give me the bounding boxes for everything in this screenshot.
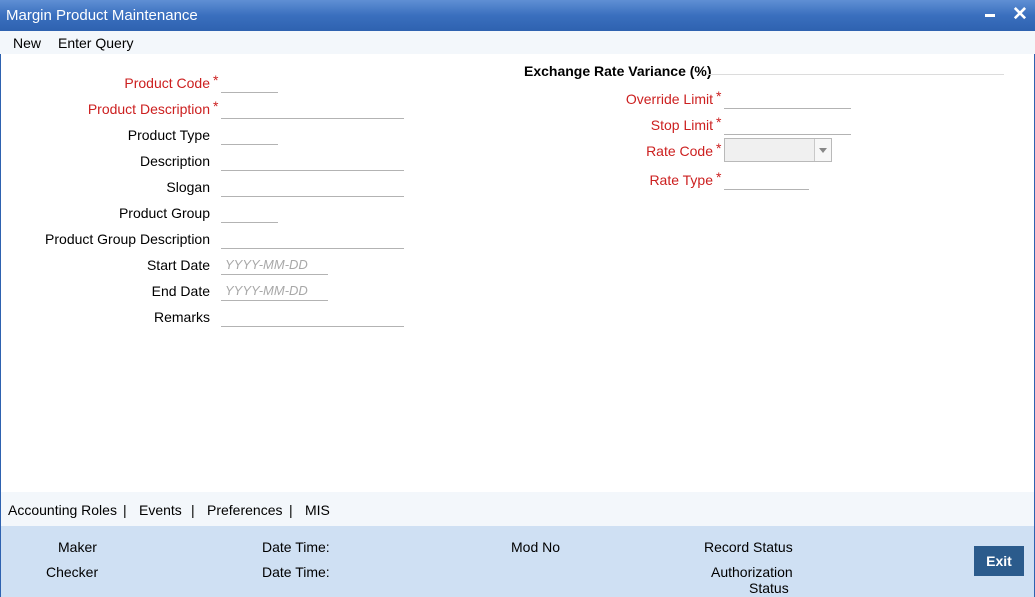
authorization-label: Authorization <box>711 564 793 580</box>
product-type-label: Product Type <box>127 127 210 143</box>
required-marker: * <box>213 72 219 88</box>
product-code-label: Product Code <box>124 75 210 91</box>
end-date-label: End Date <box>151 283 210 299</box>
stop-limit-label: Stop Limit <box>650 117 713 133</box>
events-link[interactable]: Events <box>139 502 182 518</box>
description-label: Description <box>139 153 210 169</box>
remarks-label: Remarks <box>153 309 210 325</box>
product-group-description-label: Product Group Description <box>45 231 210 247</box>
product-group-label: Product Group <box>118 205 210 221</box>
remarks-input[interactable] <box>221 307 404 327</box>
override-limit-label: Override Limit <box>625 91 713 107</box>
exit-button[interactable]: Exit <box>974 546 1024 576</box>
record-status-label: Record Status <box>704 539 793 555</box>
chevron-down-icon[interactable] <box>814 139 831 161</box>
required-marker: * <box>716 169 722 185</box>
product-type-input[interactable] <box>221 125 278 145</box>
enter-query-menu-item[interactable]: Enter Query <box>58 35 133 51</box>
override-limit-input[interactable] <box>724 89 851 109</box>
mis-link[interactable]: MIS <box>305 502 330 518</box>
mod-no-label: Mod No <box>511 539 561 555</box>
description-input[interactable] <box>221 151 404 171</box>
menu-bar: New Enter Query <box>0 31 1035 55</box>
slogan-label: Slogan <box>166 179 210 195</box>
window-title: Margin Product Maintenance <box>6 7 198 24</box>
new-menu-item[interactable]: New <box>13 35 41 51</box>
title-bar: Margin Product Maintenance ✕ <box>0 0 1035 31</box>
product-group-description-input[interactable] <box>221 229 404 249</box>
required-marker: * <box>716 140 722 156</box>
rate-type-label: Rate Type <box>649 172 713 188</box>
required-marker: * <box>716 88 722 104</box>
minimize-icon[interactable] <box>985 14 995 17</box>
start-date-label: Start Date <box>146 257 210 273</box>
close-icon[interactable]: ✕ <box>1012 4 1028 26</box>
checker-date-time-label: Date Time: <box>262 564 330 580</box>
nav-separator: | <box>289 502 293 518</box>
checker-label: Checker <box>46 564 99 580</box>
preferences-link[interactable]: Preferences <box>207 502 282 518</box>
rate-code-select[interactable] <box>724 138 832 162</box>
product-description-input[interactable] <box>221 99 404 119</box>
main-form: Product Code * Product Description * Pro… <box>0 54 1035 492</box>
maker-date-time-label: Date Time: <box>262 539 330 555</box>
start-date-input[interactable] <box>221 255 328 275</box>
nav-separator: | <box>191 502 195 518</box>
sub-navigation: Accounting Roles | Events | Preferences … <box>0 492 1035 526</box>
product-description-label: Product Description <box>87 101 210 117</box>
required-marker: * <box>213 98 219 114</box>
stop-limit-input[interactable] <box>724 115 851 135</box>
section-divider <box>707 74 1004 75</box>
audit-footer: Maker Checker Date Time: Date Time: Mod … <box>0 526 1035 597</box>
rate-code-label: Rate Code <box>646 143 713 159</box>
authorization-status-label: Status <box>749 580 789 596</box>
exchange-rate-variance-heading: Exchange Rate Variance (%) <box>524 63 712 79</box>
maker-label: Maker <box>58 539 97 555</box>
slogan-input[interactable] <box>221 177 404 197</box>
product-code-input[interactable] <box>221 73 278 93</box>
end-date-input[interactable] <box>221 281 328 301</box>
product-group-input[interactable] <box>221 203 278 223</box>
accounting-roles-link[interactable]: Accounting Roles <box>8 502 117 518</box>
rate-type-input[interactable] <box>724 170 809 190</box>
required-marker: * <box>716 114 722 130</box>
nav-separator: | <box>123 502 127 518</box>
